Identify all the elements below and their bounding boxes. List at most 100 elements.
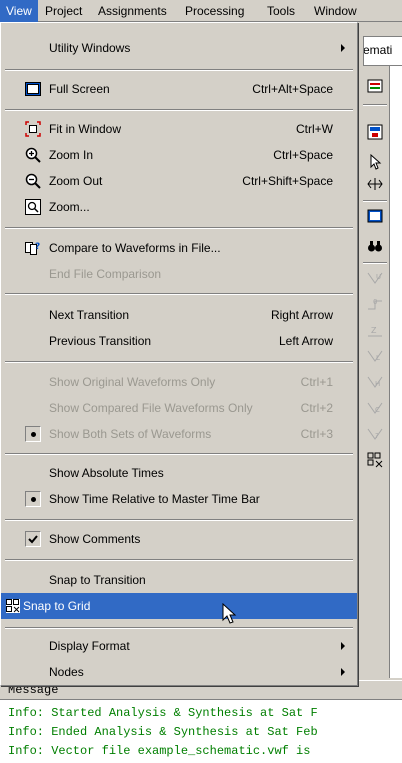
message-list[interactable]: Info: Started Analysis & Synthesis at Sa… [0, 700, 402, 763]
menu-item-nodes[interactable]: Nodes [3, 659, 355, 685]
snap-to-grid-icon [5, 598, 21, 614]
svg-text:U: U [376, 273, 381, 281]
menu-item-snap-to-grid[interactable]: Snap to Grid [1, 593, 357, 619]
submenu-arrow-icon [341, 642, 345, 650]
menu-separator [5, 293, 353, 295]
menu-item-next-transition[interactable]: Next Transition Right Arrow [3, 302, 355, 328]
menu-item-show-both-waveforms[interactable]: Show Both Sets of Waveforms Ctrl+3 [3, 421, 355, 447]
message-line[interactable]: Info: Vector file example_schematic.vwf … [8, 744, 310, 758]
forcing-low-icon[interactable]: 0 [365, 294, 385, 314]
waveform-toolbar: U 0 Z L H C ? [358, 66, 390, 678]
arbitrary-value-icon[interactable]: ? [365, 424, 385, 444]
mouse-cursor-icon [222, 603, 237, 624]
menu-item-label: Show Compared File Waveforms Only [49, 401, 253, 415]
menu-item-compare-waveforms[interactable]: ? Compare to Waveforms in File... [3, 235, 355, 261]
menu-item-show-compared-waveforms[interactable]: Show Compared File Waveforms Only Ctrl+2 [3, 395, 355, 421]
weak-high-icon[interactable]: H [365, 372, 385, 392]
svg-text:0: 0 [373, 298, 377, 306]
menu-view[interactable]: View [0, 0, 38, 22]
menu-item-label: Zoom Out [49, 174, 103, 188]
menu-separator [5, 627, 353, 629]
menu-item-show-comments[interactable]: Show Comments [3, 526, 355, 552]
menu-item-label: Show Comments [49, 532, 141, 546]
menu-item-label: Show Time Relative to Master Time Bar [49, 492, 260, 506]
document-tab[interactable]: emati [363, 36, 402, 66]
count-value-icon[interactable]: C [365, 398, 385, 418]
menu-item-utility-windows[interactable]: Utility Windows [3, 35, 355, 61]
toolbar-separator [363, 104, 387, 106]
menu-item-shortcut: Ctrl+W [296, 122, 333, 136]
find-icon[interactable] [365, 236, 385, 256]
menu-item-label: Snap to Grid [23, 599, 91, 613]
zoom-in-icon [25, 147, 41, 163]
menu-item-display-format[interactable]: Display Format [3, 633, 355, 659]
menu-item-shortcut: Ctrl+Alt+Space [252, 82, 333, 96]
full-screen-tool-icon[interactable] [365, 206, 385, 226]
message-line[interactable]: Info: Started Analysis & Synthesis at Sa… [8, 706, 318, 720]
menu-item-label: Next Transition [49, 308, 130, 322]
zoom-tool-icon[interactable] [365, 174, 385, 194]
selection-tool-icon[interactable] [365, 152, 385, 172]
menu-item-shortcut: Left Arrow [278, 334, 333, 348]
menu-separator [5, 559, 353, 561]
editor-icon[interactable] [365, 122, 385, 142]
menu-separator [5, 361, 353, 363]
zoom-out-icon [25, 173, 41, 189]
menu-separator [5, 69, 353, 71]
menu-item-shortcut: Right Arrow [270, 308, 333, 322]
menu-assignments[interactable]: Assignments [98, 0, 167, 22]
menu-item-zoom-out[interactable]: Zoom Out Ctrl+Shift+Space [3, 168, 355, 194]
menu-separator [5, 519, 353, 521]
menu-item-label: Nodes [49, 665, 84, 679]
menu-project[interactable]: Project [45, 0, 82, 22]
fit-in-window-icon [25, 121, 41, 137]
snap-grid-tool-icon[interactable] [365, 450, 385, 470]
menu-item-show-absolute-times[interactable]: Show Absolute Times [3, 460, 355, 486]
svg-text:?: ? [35, 242, 40, 252]
checkmark-icon [25, 531, 41, 547]
menu-item-show-original-waveforms[interactable]: Show Original Waveforms Only Ctrl+1 [3, 369, 355, 395]
menu-item-label: Display Format [49, 639, 130, 653]
message-line[interactable]: Info: Ended Analysis & Synthesis at Sat … [8, 725, 318, 739]
zoom-icon [25, 199, 41, 215]
toolbar-separator [363, 262, 387, 264]
menu-item-end-file-comparison[interactable]: End File Comparison [3, 261, 355, 287]
menu-item-label: Zoom... [49, 200, 90, 214]
menu-item-shortcut: Ctrl+Space [273, 148, 333, 162]
high-impedance-icon[interactable]: Z [365, 320, 385, 340]
menu-item-label: Show Both Sets of Waveforms [49, 427, 212, 441]
menu-item-label: Show Original Waveforms Only [49, 375, 216, 389]
menu-separator [5, 109, 353, 111]
menu-separator [5, 453, 353, 455]
menu-processing[interactable]: Processing [185, 0, 244, 22]
menu-item-zoom-in[interactable]: Zoom In Ctrl+Space [3, 142, 355, 168]
weak-low-icon[interactable]: L [365, 346, 385, 366]
svg-text:?: ? [375, 432, 379, 440]
menu-item-label: Previous Transition [49, 334, 152, 348]
menu-item-full-screen[interactable]: Full Screen Ctrl+Alt+Space [3, 76, 355, 102]
radio-selected-icon [25, 426, 41, 442]
menu-item-previous-transition[interactable]: Previous Transition Left Arrow [3, 328, 355, 354]
menu-item-show-relative-time[interactable]: Show Time Relative to Master Time Bar [3, 486, 355, 512]
menu-item-label: Utility Windows [49, 41, 131, 55]
menu-item-fit-in-window[interactable]: Fit in Window Ctrl+W [3, 116, 355, 142]
menu-item-label: Fit in Window [49, 122, 122, 136]
menu-item-snap-to-transition[interactable]: Snap to Transition [3, 567, 355, 593]
menu-item-label: Full Screen [49, 82, 110, 96]
svg-text:C: C [375, 406, 380, 414]
full-screen-icon [25, 81, 41, 97]
toolbar-separator [363, 200, 387, 202]
properties-icon[interactable] [365, 76, 385, 96]
menu-item-label: Zoom In [49, 148, 94, 162]
menu-tools[interactable]: Tools [267, 0, 295, 22]
document-tab-label: emati [363, 43, 393, 57]
uninitialized-icon[interactable]: U [365, 268, 385, 288]
svg-text:H: H [375, 380, 380, 388]
menu-item-label: End File Comparison [49, 267, 162, 281]
menu-item-zoom[interactable]: Zoom... [3, 194, 355, 220]
svg-text:L: L [376, 354, 380, 362]
compare-waveforms-icon: ? [25, 240, 41, 256]
menu-bar: View Project Assignments Processing Tool… [0, 0, 402, 22]
svg-text:Z: Z [371, 326, 377, 335]
menu-window[interactable]: Window [314, 0, 357, 22]
